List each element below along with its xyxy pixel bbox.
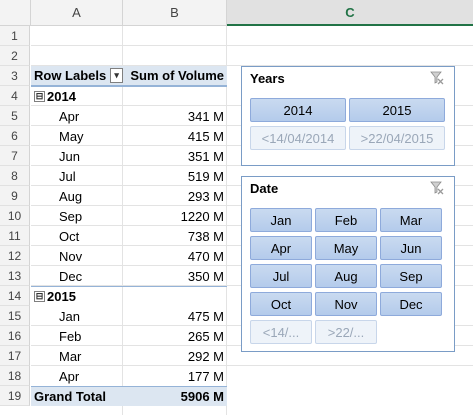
slicer-button-sep[interactable]: Sep	[380, 264, 442, 288]
slicer-button-jan[interactable]: Jan	[250, 208, 312, 232]
slicer-button-feb[interactable]: Feb	[315, 208, 377, 232]
pivot-grand-total-label[interactable]: Grand Total	[31, 386, 123, 406]
year-label: 2014	[47, 89, 76, 104]
slicer-title: Date	[250, 181, 279, 196]
pivot-month-value[interactable]: 292 M	[123, 346, 227, 366]
pivot-month-value[interactable]: 177 M	[123, 366, 227, 386]
row-header[interactable]: 16	[0, 326, 30, 346]
pivot-month-value[interactable]: 470 M	[123, 246, 227, 266]
clear-filter-icon[interactable]	[430, 71, 444, 85]
slicer-button-2015[interactable]: 2015	[349, 98, 445, 122]
year-label: 2015	[47, 289, 76, 304]
spreadsheet: A B C 1 2 3 4 5 6 7 8 9 10 11 12 13 14 1…	[0, 0, 473, 415]
slicer-button-aug[interactable]: Aug	[315, 264, 377, 288]
years-slicer[interactable]: Years 2014 2015 <14/04/2014 >22/04/2015	[241, 66, 455, 166]
sort-filter-icon[interactable]: ▾	[110, 68, 123, 83]
column-header-c[interactable]: C	[227, 0, 473, 26]
slicer-button-may[interactable]: May	[315, 236, 377, 260]
date-slicer[interactable]: Date Jan Feb Mar Apr May Jun Jul Aug Sep…	[241, 176, 455, 352]
slicer-button-before-range[interactable]: <14/04/2014	[250, 126, 346, 150]
row-labels-text: Row Labels	[34, 68, 107, 83]
pivot-month-value[interactable]: 415 M	[123, 126, 227, 146]
slicer-button-jul[interactable]: Jul	[250, 264, 312, 288]
row-header[interactable]: 7	[0, 146, 30, 166]
row-header[interactable]: 12	[0, 246, 30, 266]
row-header[interactable]: 6	[0, 126, 30, 146]
pivot-year-2015-value	[123, 286, 227, 306]
row-header[interactable]: 10	[0, 206, 30, 226]
pivot-month-value[interactable]: 1220 M	[123, 206, 227, 226]
row-header[interactable]: 4	[0, 86, 30, 106]
pivot-month-value[interactable]: 475 M	[123, 306, 227, 326]
pivot-month-label[interactable]: Jan	[31, 306, 123, 326]
column-header-a[interactable]: A	[31, 0, 123, 26]
pivot-month-label[interactable]: May	[31, 126, 123, 146]
select-all-corner[interactable]	[0, 0, 31, 26]
pivot-month-value[interactable]: 293 M	[123, 186, 227, 206]
collapse-icon[interactable]: ⊟	[34, 91, 45, 102]
slicer-button-apr[interactable]: Apr	[250, 236, 312, 260]
row-header[interactable]: 11	[0, 226, 30, 246]
row-header[interactable]: 8	[0, 166, 30, 186]
slicer-button-oct[interactable]: Oct	[250, 292, 312, 316]
clear-filter-icon[interactable]	[430, 181, 444, 195]
row-header[interactable]: 13	[0, 266, 30, 286]
slicer-button-after-range[interactable]: >22/04/2015	[349, 126, 445, 150]
pivot-month-label[interactable]: Apr	[31, 106, 123, 126]
slicer-button-dec[interactable]: Dec	[380, 292, 442, 316]
pivot-month-label[interactable]: Nov	[31, 246, 123, 266]
slicer-title: Years	[250, 71, 285, 86]
row-header[interactable]: 2	[0, 46, 30, 66]
row-header[interactable]: 17	[0, 346, 30, 366]
row-header[interactable]: 9	[0, 186, 30, 206]
row-header[interactable]: 18	[0, 366, 30, 386]
pivot-row-labels-header[interactable]: Row Labels ▾	[31, 66, 123, 86]
pivot-month-label[interactable]: Jun	[31, 146, 123, 166]
row-header[interactable]: 5	[0, 106, 30, 126]
pivot-month-value[interactable]: 350 M	[123, 266, 227, 286]
row-header[interactable]: 15	[0, 306, 30, 326]
pivot-year-2014[interactable]: ⊟ 2014	[31, 86, 123, 106]
pivot-sum-header[interactable]: Sum of Volume	[123, 66, 227, 86]
pivot-month-label[interactable]: Jul	[31, 166, 123, 186]
row-header[interactable]: 1	[0, 26, 30, 46]
pivot-year-2015[interactable]: ⊟ 2015	[31, 286, 123, 306]
slicer-button-2014[interactable]: 2014	[250, 98, 346, 122]
pivot-month-value[interactable]: 341 M	[123, 106, 227, 126]
gridline	[31, 45, 473, 46]
pivot-month-label[interactable]: Apr	[31, 366, 123, 386]
row-header[interactable]: 3	[0, 66, 30, 86]
pivot-month-label[interactable]: Feb	[31, 326, 123, 346]
row-header[interactable]: 19	[0, 386, 30, 406]
slicer-button-mar[interactable]: Mar	[380, 208, 442, 232]
collapse-icon[interactable]: ⊟	[34, 291, 45, 302]
pivot-year-2014-value	[123, 86, 227, 106]
pivot-grand-total-value[interactable]: 5906 M	[123, 386, 227, 406]
slicer-button-jun[interactable]: Jun	[380, 236, 442, 260]
slicer-button-after-range[interactable]: >22/...	[315, 320, 377, 344]
row-header[interactable]: 14	[0, 286, 30, 306]
slicer-button-nov[interactable]: Nov	[315, 292, 377, 316]
slicer-button-before-range[interactable]: <14/...	[250, 320, 312, 344]
pivot-month-value[interactable]: 265 M	[123, 326, 227, 346]
column-header-b[interactable]: B	[123, 0, 227, 26]
pivot-month-label[interactable]: Dec	[31, 266, 123, 286]
pivot-month-value[interactable]: 519 M	[123, 166, 227, 186]
pivot-month-label[interactable]: Oct	[31, 226, 123, 246]
pivot-month-label[interactable]: Mar	[31, 346, 123, 366]
pivot-month-value[interactable]: 351 M	[123, 146, 227, 166]
pivot-month-value[interactable]: 738 M	[123, 226, 227, 246]
pivot-month-label[interactable]: Sep	[31, 206, 123, 226]
pivot-month-label[interactable]: Aug	[31, 186, 123, 206]
